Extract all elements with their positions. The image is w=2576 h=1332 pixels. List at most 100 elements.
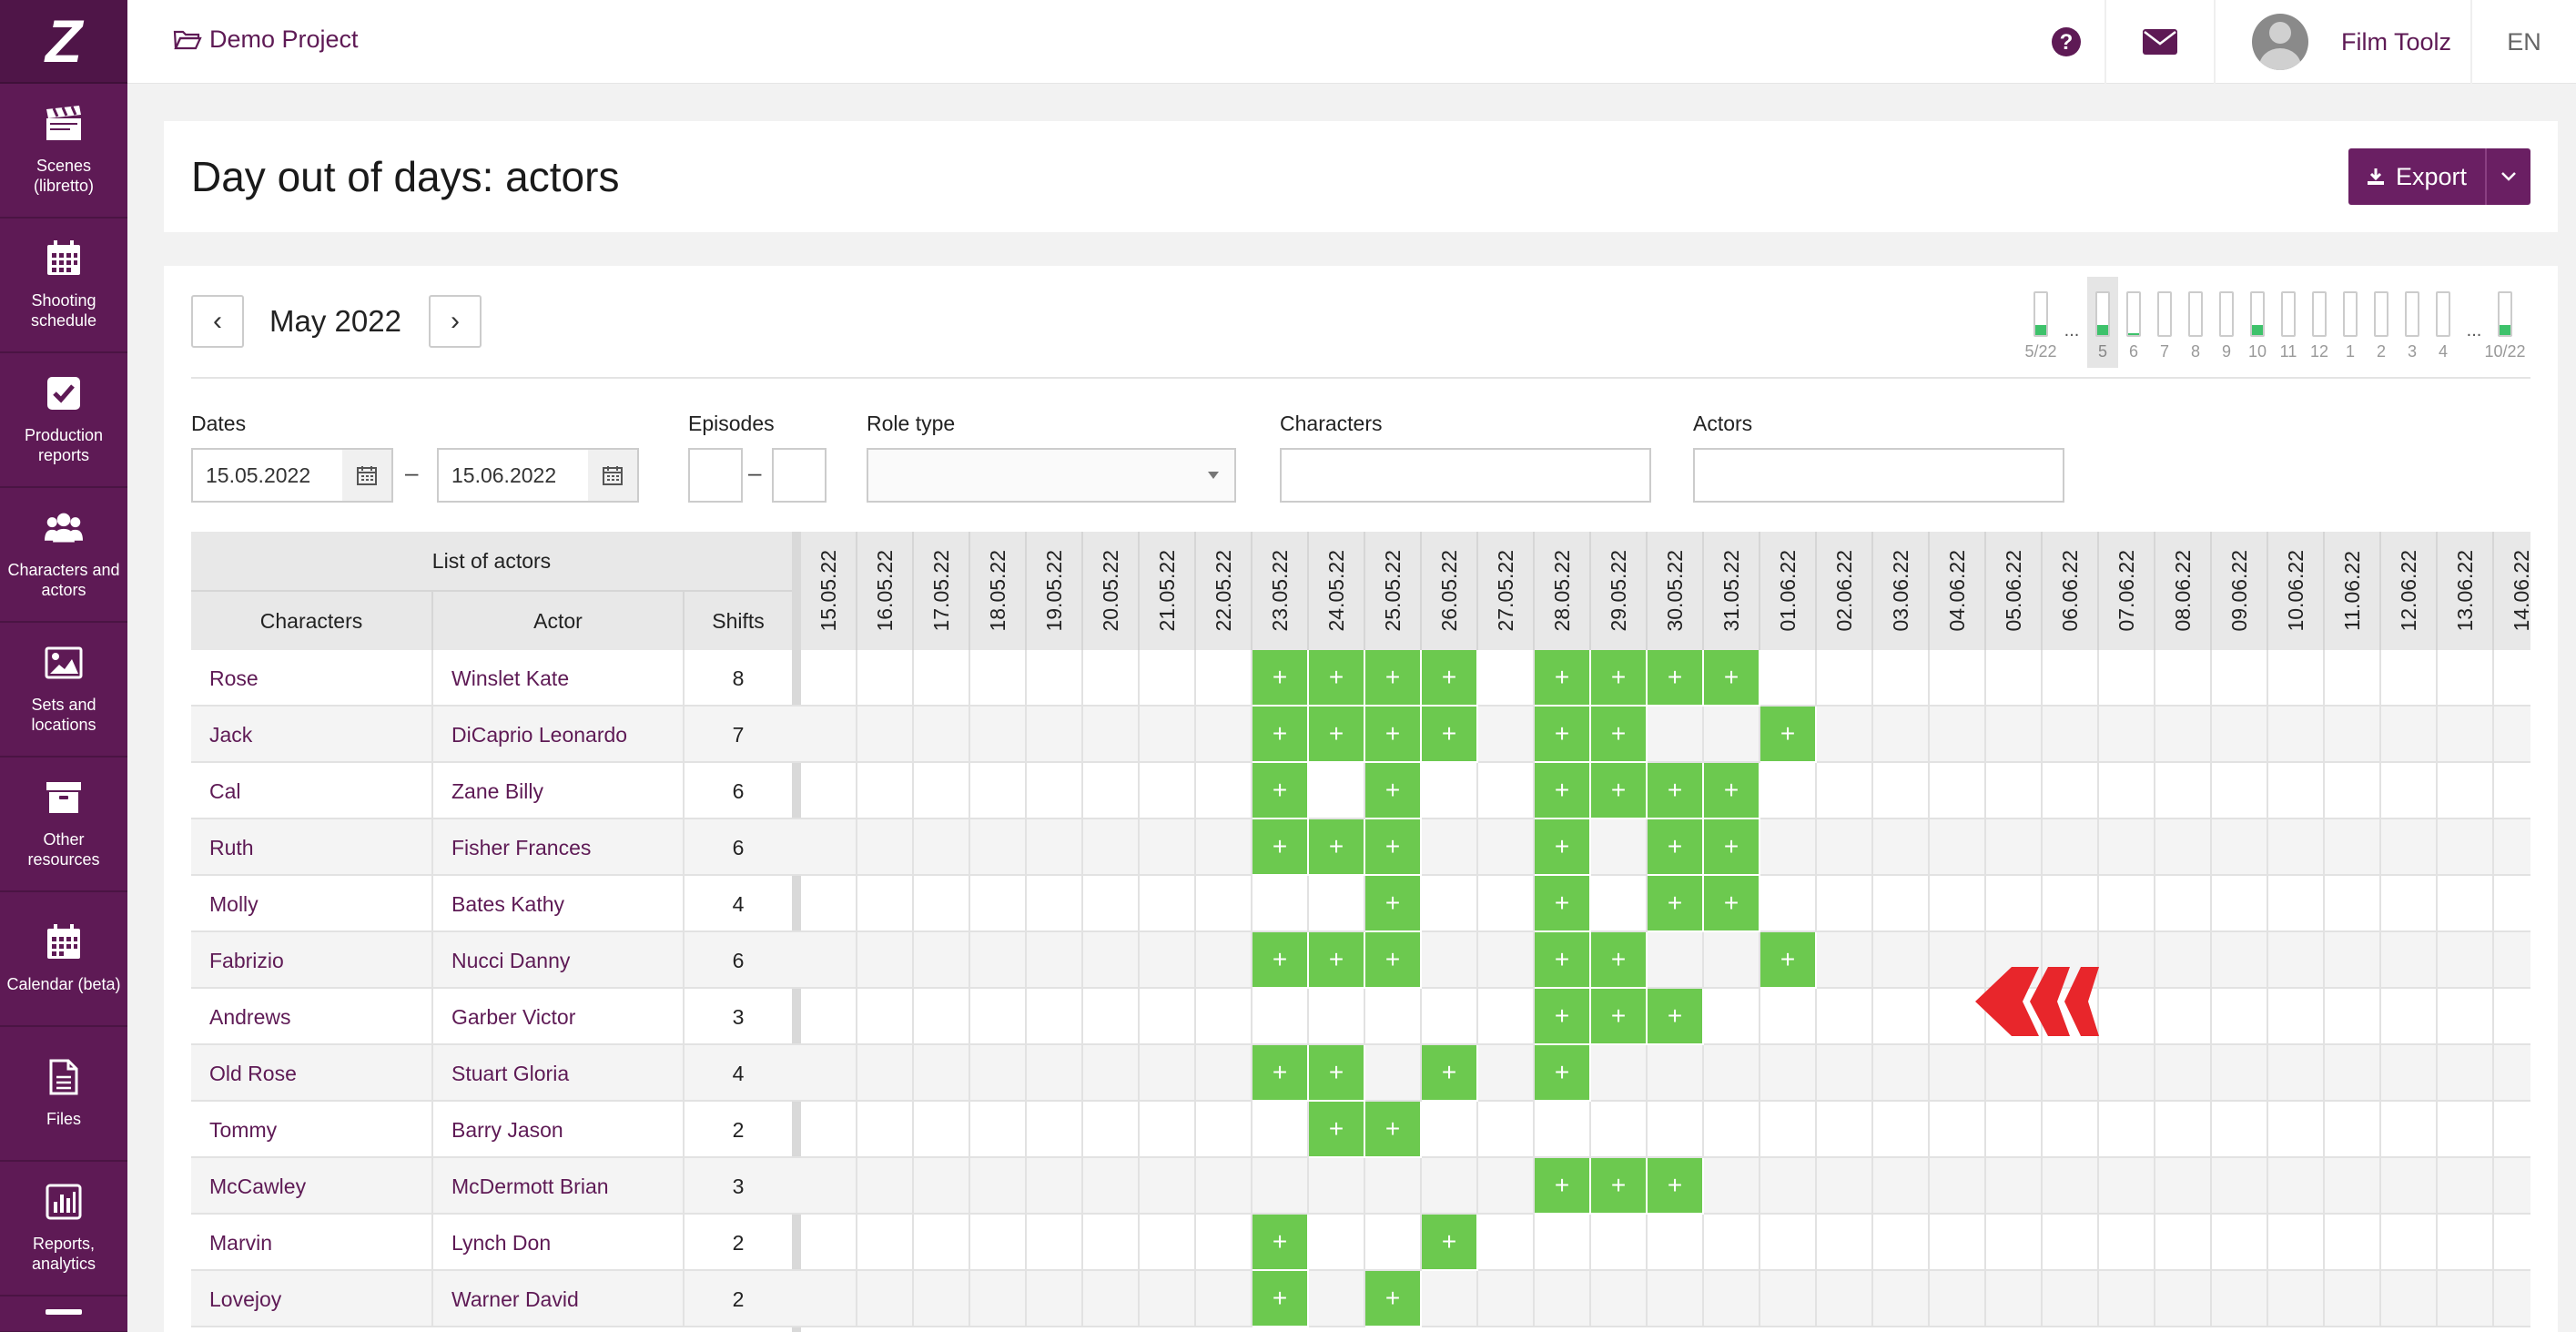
empty-day-cell[interactable] <box>2155 1045 2212 1102</box>
empty-day-cell[interactable] <box>2099 819 2155 876</box>
empty-day-cell[interactable] <box>1704 707 1760 763</box>
shooting-day-cell[interactable]: + <box>1253 1271 1309 1327</box>
empty-day-cell[interactable] <box>1027 650 1083 707</box>
empty-day-cell[interactable] <box>2381 932 2438 989</box>
empty-day-cell[interactable] <box>1817 932 1873 989</box>
shooting-day-cell[interactable]: + <box>1365 819 1422 876</box>
empty-day-cell[interactable] <box>1140 650 1196 707</box>
empty-day-cell[interactable] <box>914 876 970 932</box>
empty-day-cell[interactable] <box>1760 876 1817 932</box>
empty-day-cell[interactable] <box>2268 989 2325 1045</box>
empty-day-cell[interactable] <box>2268 1045 2325 1102</box>
empty-day-cell[interactable] <box>1591 1271 1648 1327</box>
empty-day-cell[interactable] <box>1873 1102 1930 1158</box>
empty-day-cell[interactable] <box>801 932 857 989</box>
empty-day-cell[interactable] <box>1083 932 1140 989</box>
empty-day-cell[interactable] <box>1930 1102 1986 1158</box>
empty-day-cell[interactable] <box>1873 1271 1930 1327</box>
empty-day-cell[interactable] <box>1196 932 1253 989</box>
episode-from-input[interactable] <box>688 448 743 503</box>
empty-day-cell[interactable] <box>914 819 970 876</box>
empty-day-cell[interactable] <box>914 1045 970 1102</box>
empty-day-cell[interactable] <box>2494 932 2530 989</box>
empty-day-cell[interactable] <box>1422 1158 1478 1215</box>
empty-day-cell[interactable] <box>2043 876 2099 932</box>
shooting-day-cell[interactable]: + <box>1648 650 1704 707</box>
empty-day-cell[interactable] <box>1817 1215 1873 1271</box>
empty-day-cell[interactable] <box>2325 1215 2381 1271</box>
empty-day-cell[interactable] <box>1027 1158 1083 1215</box>
empty-day-cell[interactable] <box>2438 819 2494 876</box>
shooting-day-cell[interactable]: + <box>1760 932 1817 989</box>
empty-day-cell[interactable] <box>970 989 1027 1045</box>
empty-day-cell[interactable] <box>1760 650 1817 707</box>
empty-day-cell[interactable] <box>1817 763 1873 819</box>
empty-day-cell[interactable] <box>2099 763 2155 819</box>
shooting-day-cell[interactable]: + <box>1365 763 1422 819</box>
empty-day-cell[interactable] <box>2043 763 2099 819</box>
empty-day-cell[interactable] <box>1817 707 1873 763</box>
empty-day-cell[interactable] <box>2381 1215 2438 1271</box>
empty-day-cell[interactable] <box>2438 1215 2494 1271</box>
shooting-day-cell[interactable]: + <box>1535 1045 1591 1102</box>
empty-day-cell[interactable] <box>2494 989 2530 1045</box>
empty-day-cell[interactable] <box>857 707 914 763</box>
empty-day-cell[interactable] <box>1704 1271 1760 1327</box>
empty-day-cell[interactable] <box>1760 819 1817 876</box>
shooting-day-cell[interactable]: + <box>1422 707 1478 763</box>
month-overview-bar[interactable]: 10/22 <box>2484 277 2526 368</box>
actor-link[interactable]: Fisher Frances <box>433 819 685 876</box>
empty-day-cell[interactable] <box>2155 650 2212 707</box>
character-link[interactable]: Fabrizio <box>191 932 433 989</box>
sidebar-item-sets-and-locations[interactable]: Sets and locations <box>0 623 127 758</box>
next-month-button[interactable]: › <box>428 295 482 348</box>
empty-day-cell[interactable] <box>1478 763 1535 819</box>
empty-day-cell[interactable] <box>1760 1158 1817 1215</box>
empty-day-cell[interactable] <box>1027 1271 1083 1327</box>
empty-day-cell[interactable] <box>2268 650 2325 707</box>
shifts-column-header[interactable]: Shifts <box>685 592 792 650</box>
empty-day-cell[interactable] <box>1704 1158 1760 1215</box>
empty-day-cell[interactable] <box>1648 1215 1704 1271</box>
actor-link[interactable]: Bates Kathy <box>433 876 685 932</box>
actor-link[interactable]: Nucci Danny <box>433 932 685 989</box>
empty-day-cell[interactable] <box>801 1271 857 1327</box>
empty-day-cell[interactable] <box>2268 763 2325 819</box>
empty-day-cell[interactable] <box>1309 876 1365 932</box>
character-link[interactable]: Rose <box>191 650 433 707</box>
empty-day-cell[interactable] <box>2438 763 2494 819</box>
empty-day-cell[interactable] <box>1930 1045 1986 1102</box>
empty-day-cell[interactable] <box>2043 1158 2099 1215</box>
month-overview-bar[interactable]: 5/22 <box>2024 277 2057 368</box>
shooting-day-cell[interactable]: + <box>1648 989 1704 1045</box>
empty-day-cell[interactable] <box>857 1158 914 1215</box>
empty-day-cell[interactable] <box>1083 1102 1140 1158</box>
empty-day-cell[interactable] <box>1140 1045 1196 1102</box>
actor-link[interactable]: Barry Jason <box>433 1102 685 1158</box>
empty-day-cell[interactable] <box>1027 876 1083 932</box>
empty-day-cell[interactable] <box>2043 1271 2099 1327</box>
empty-day-cell[interactable] <box>1591 819 1648 876</box>
empty-day-cell[interactable] <box>914 1158 970 1215</box>
empty-day-cell[interactable] <box>1027 989 1083 1045</box>
shooting-day-cell[interactable]: + <box>1591 932 1648 989</box>
empty-day-cell[interactable] <box>1478 650 1535 707</box>
empty-day-cell[interactable] <box>2212 932 2268 989</box>
language-switch[interactable]: EN <box>2470 0 2576 84</box>
empty-day-cell[interactable] <box>1140 707 1196 763</box>
empty-day-cell[interactable] <box>2381 1045 2438 1102</box>
empty-day-cell[interactable] <box>2268 1215 2325 1271</box>
actor-link[interactable]: Stuart Gloria <box>433 1045 685 1102</box>
actor-link[interactable]: Warner David <box>433 1271 685 1327</box>
empty-day-cell[interactable] <box>1591 876 1648 932</box>
shooting-day-cell[interactable]: + <box>1253 819 1309 876</box>
character-link[interactable]: Marvin <box>191 1215 433 1271</box>
empty-day-cell[interactable] <box>1083 819 1140 876</box>
empty-day-cell[interactable] <box>2099 707 2155 763</box>
empty-day-cell[interactable] <box>970 819 1027 876</box>
shooting-day-cell[interactable]: + <box>1309 932 1365 989</box>
empty-day-cell[interactable] <box>914 763 970 819</box>
shooting-day-cell[interactable]: + <box>1309 819 1365 876</box>
empty-day-cell[interactable] <box>2155 763 2212 819</box>
character-link[interactable]: Molly <box>191 876 433 932</box>
